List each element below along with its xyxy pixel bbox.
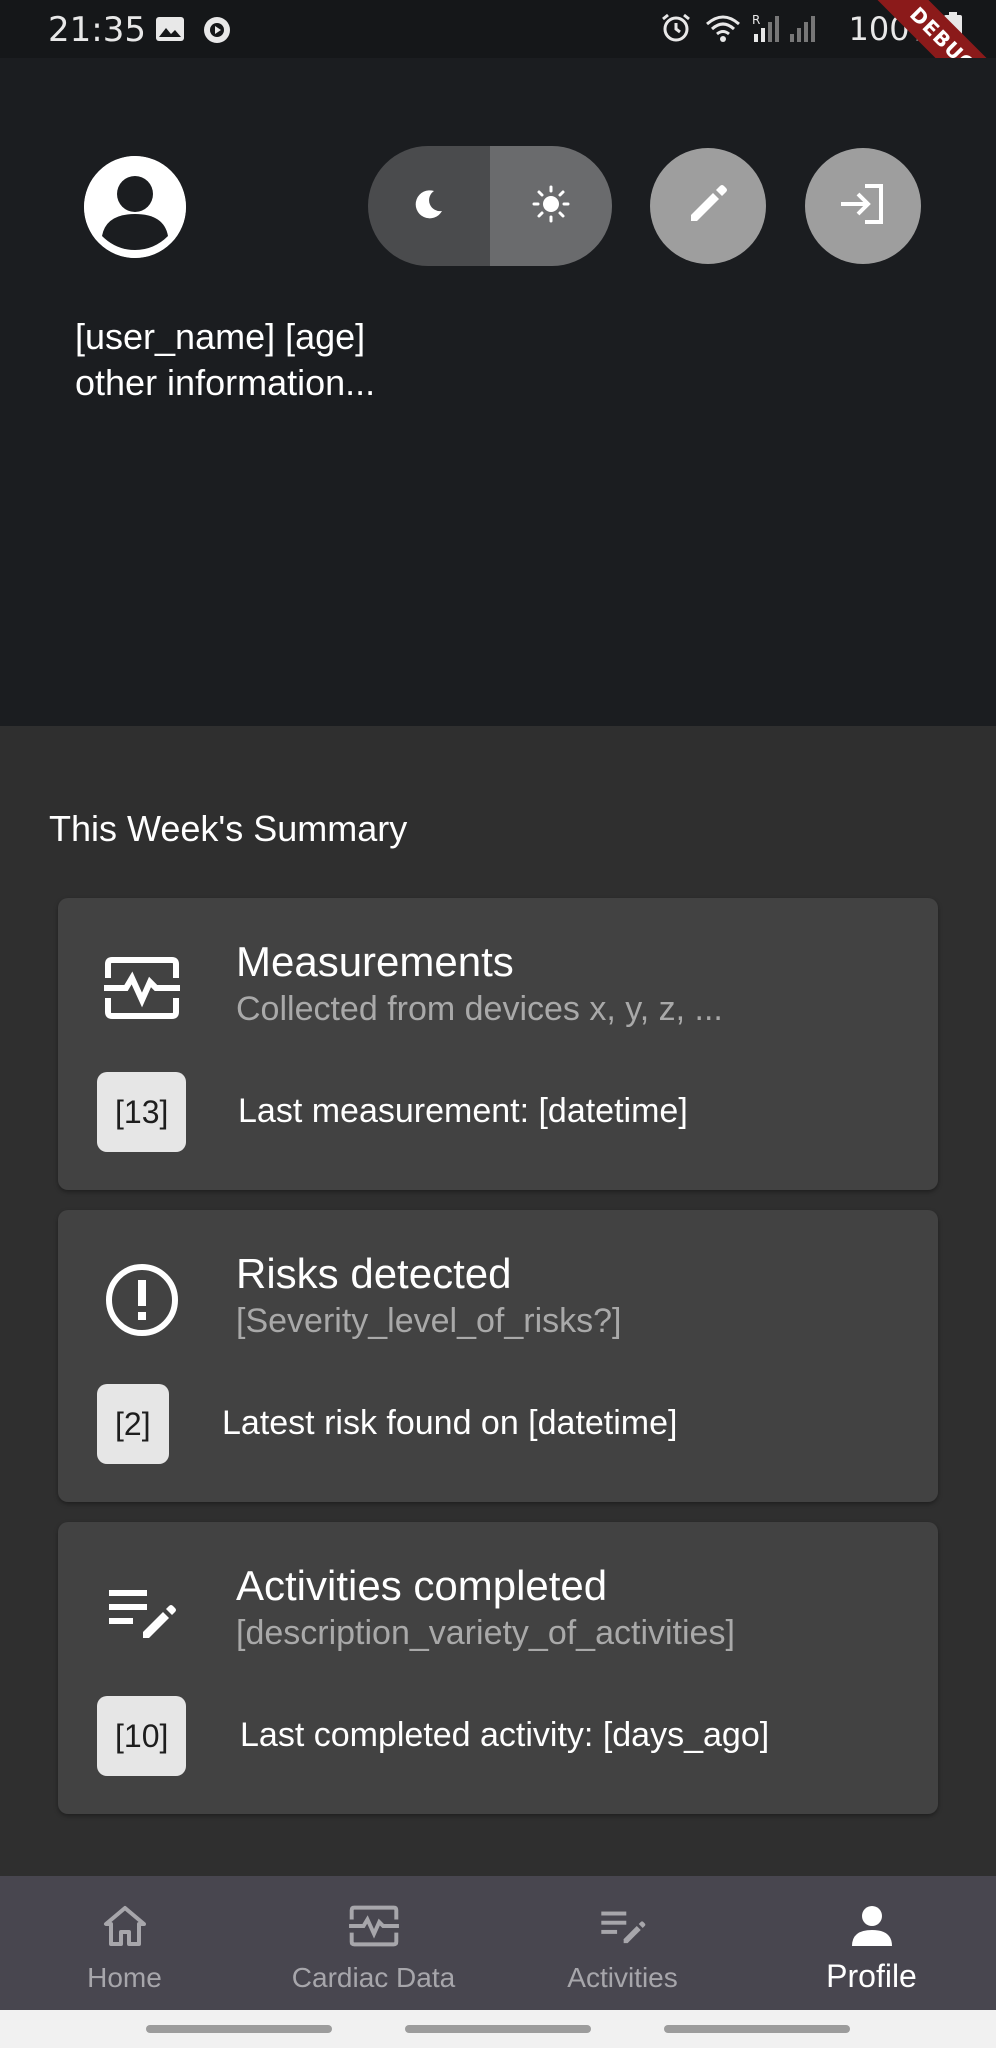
logout-icon — [837, 180, 889, 233]
count-badge: [2] — [97, 1384, 169, 1464]
count-badge: [10] — [97, 1696, 187, 1776]
pencil-icon — [685, 181, 731, 232]
wifi-icon — [703, 12, 743, 49]
profile-header: [user_name] [age] other information... — [0, 58, 996, 726]
person-icon — [846, 1900, 898, 1952]
card-title: Activities completed — [236, 1562, 608, 1609]
account-circle-icon — [84, 156, 186, 258]
card-footer: Last completed activity: [days_ago] — [240, 1716, 770, 1754]
card-subtitle: [Severity_level_of_risks?] — [236, 1302, 622, 1340]
theme-toggle[interactable] — [368, 146, 612, 266]
error-outline-icon — [102, 1260, 182, 1340]
user-name-age: [user_name] [age] — [75, 316, 366, 357]
user-other-info: other information... — [75, 362, 376, 403]
signal-icon: R — [752, 12, 822, 49]
risks-card[interactable]: Risks detected [Severity_level_of_risks?… — [58, 1210, 938, 1502]
light-mode-button[interactable] — [490, 146, 612, 266]
nav-item-home[interactable]: Home — [0, 1876, 249, 2010]
dark-mode-button[interactable] — [368, 146, 490, 266]
card-title: Measurements — [236, 938, 514, 985]
media-icon — [203, 16, 231, 49]
count-badge: [13] — [97, 1072, 187, 1152]
nav-item-activities[interactable]: Activities — [498, 1876, 747, 2010]
gesture-bar — [0, 2010, 996, 2048]
status-bar: 21:35 R 100% DEBUG — [0, 0, 996, 127]
nav-label: Home — [87, 1962, 162, 1993]
nav-label: Cardiac Data — [291, 1962, 456, 1993]
edit-note-icon — [597, 1900, 649, 1952]
gesture-pill — [405, 2025, 591, 2033]
nav-item-profile[interactable]: Profile — [747, 1876, 996, 2010]
alarm-icon — [660, 12, 692, 49]
nav-item-cardiac-data[interactable]: Cardiac Data — [249, 1876, 498, 2010]
home-icon — [99, 1900, 151, 1952]
card-subtitle: Collected from devices x, y, z, ... — [236, 990, 723, 1028]
nav-label: Profile — [826, 1958, 917, 1994]
summary-title: This Week's Summary — [49, 808, 408, 849]
svg-text:R: R — [752, 13, 760, 27]
measurements-card[interactable]: Measurements Collected from devices x, y… — [58, 898, 938, 1190]
monitor-heart-icon — [348, 1900, 400, 1952]
card-subtitle: [description_variety_of_activities] — [236, 1614, 735, 1652]
edit-note-icon — [102, 1572, 182, 1652]
bottom-navigation: Home Cardiac Data Activities Profile — [0, 1876, 996, 2010]
edit-profile-button[interactable] — [650, 148, 766, 264]
moon-icon — [412, 187, 446, 226]
nav-label: Activities — [567, 1962, 678, 1993]
gesture-pill — [664, 2025, 850, 2033]
sun-icon — [531, 184, 571, 229]
status-time: 21:35 — [48, 10, 146, 50]
card-footer: Latest risk found on [datetime] — [222, 1404, 678, 1442]
monitor-heart-icon — [102, 948, 182, 1028]
card-title: Risks detected — [236, 1250, 512, 1297]
image-icon — [155, 16, 185, 47]
activities-card[interactable]: Activities completed [description_variet… — [58, 1522, 938, 1814]
gesture-pill — [146, 2025, 332, 2033]
logout-button[interactable] — [805, 148, 921, 264]
user-info: [user_name] [age] other information... — [75, 314, 375, 406]
card-footer: Last measurement: [datetime] — [238, 1092, 688, 1130]
